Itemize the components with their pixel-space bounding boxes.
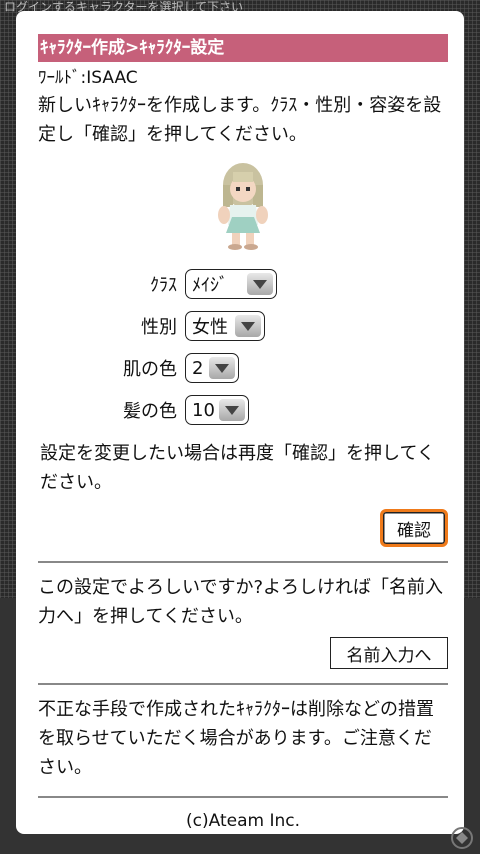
character-sprite [218, 163, 268, 250]
class-select[interactable]: ﾒｲｼﾞ [185, 269, 277, 299]
divider [38, 683, 448, 685]
class-label: ｸﾗｽ [150, 275, 177, 296]
hair-row: 髪の色 10 [38, 389, 448, 431]
name-button-wrap: 名前入力へ [38, 637, 448, 669]
confirm-question: この設定でよろしいですか?よろしければ「名前入力へ」を押してください。 [38, 577, 444, 627]
intro-text: 新しいｷｬﾗｸﾀｰを作成します。ｸﾗｽ・性別・容姿を設定し「確認」を押してくださ… [38, 95, 442, 145]
character-creation-dialog: ｷｬﾗｸﾀｰ作成>ｷｬﾗｸﾀｰ設定 ﾜｰﾙﾄﾞ:ISAAC 新しいｷｬﾗｸﾀｰを… [16, 11, 464, 834]
change-note: 設定を変更したい場合は再度「確認」を押してください。 [40, 443, 435, 493]
dialog-title: ｷｬﾗｸﾀｰ作成>ｷｬﾗｸﾀｰ設定 [38, 34, 448, 62]
class-value: ﾒｲｼﾞ [192, 275, 228, 296]
character-form: ｸﾗｽ ﾒｲｼﾞ 性別 女性 肌の色 2 髪の色 10 [38, 263, 448, 431]
gender-row: 性別 女性 [38, 305, 448, 347]
hair-select[interactable]: 10 [185, 395, 249, 425]
divider [38, 796, 448, 798]
character-preview [38, 159, 448, 253]
confirm-button[interactable]: 確認 [380, 509, 448, 547]
world-label: ﾜｰﾙﾄﾞ:ISAAC [38, 68, 138, 88]
hair-label: 髪の色 [123, 401, 177, 422]
skin-label: 肌の色 [123, 359, 177, 380]
skin-select[interactable]: 2 [185, 353, 239, 383]
screen: { "background": { "top_text": "ログインするキャラ… [0, 0, 480, 854]
gender-select[interactable]: 女性 [185, 311, 265, 341]
divider [38, 561, 448, 563]
chevron-down-icon [219, 399, 245, 421]
skin-row: 肌の色 2 [38, 347, 448, 389]
confirm-wrap: 確認 [38, 509, 448, 547]
class-row: ｸﾗｽ ﾒｲｼﾞ [38, 263, 448, 305]
copyright: (c)Ateam Inc. [186, 811, 300, 831]
gender-value: 女性 [192, 317, 228, 338]
skin-value: 2 [192, 357, 204, 379]
site-logo-icon [451, 827, 473, 849]
chevron-down-icon [235, 315, 261, 337]
warning-text: 不正な手段で作成されたｷｬﾗｸﾀｰは削除などの措置を取らせていただく場合がありま… [38, 699, 434, 778]
chevron-down-icon [209, 357, 235, 379]
chevron-down-icon [247, 273, 273, 295]
name-input-button[interactable]: 名前入力へ [330, 637, 448, 669]
hair-value: 10 [192, 399, 215, 421]
gender-label: 性別 [141, 317, 177, 338]
dialog-content: ｷｬﾗｸﾀｰ作成>ｷｬﾗｸﾀｰ設定 ﾜｰﾙﾄﾞ:ISAAC 新しいｷｬﾗｸﾀｰを… [38, 34, 448, 834]
